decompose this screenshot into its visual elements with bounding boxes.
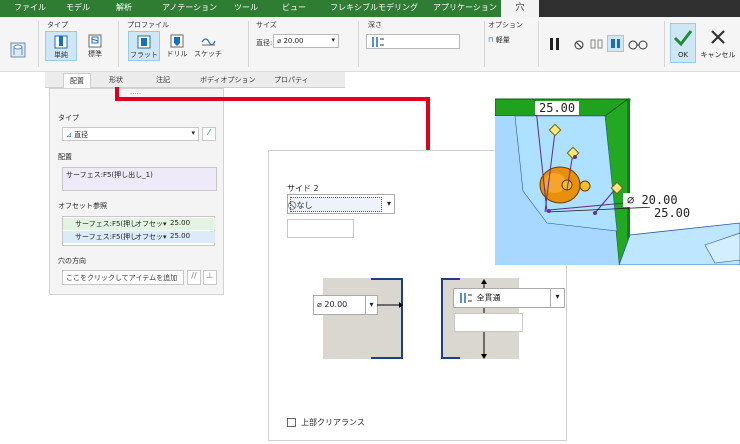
dimension-right[interactable]: 25.00: [650, 206, 695, 220]
arrow-right-icon: [377, 302, 403, 308]
chevron-down-icon[interactable]: ▾: [365, 296, 377, 314]
side-dropdown[interactable]: ⃠ なし ▾: [287, 194, 395, 214]
dimension-diameter[interactable]: ⌀ 20.00: [623, 193, 682, 207]
chevron-down-icon: ▾: [386, 199, 391, 208]
shape-depth-dropdown[interactable]: 全貫通 ▾: [453, 288, 565, 308]
chevron-down-icon[interactable]: ▾: [550, 289, 564, 307]
model-viewport[interactable]: 25.00 ⌀ 20.00 25.00: [494, 95, 740, 266]
side-value: なし: [296, 201, 313, 210]
dimension-top[interactable]: 25.00: [535, 101, 580, 115]
model-geometry: [494, 98, 740, 266]
side-depth-field[interactable]: [287, 219, 354, 238]
hole-edge-left: [371, 278, 403, 359]
top-clearance-checkbox[interactable]: [287, 418, 296, 427]
shape-depth-value: 全貫通: [476, 293, 501, 303]
shape-diameter-value: ⌀ 20.00: [317, 300, 348, 309]
shape-diameter-field[interactable]: ⌀ 20.00 ▾: [313, 295, 378, 315]
through-all-icon: [460, 293, 472, 303]
side-label: サイド 2: [287, 184, 319, 193]
top-clearance-label: 上部クリアランス: [301, 418, 365, 427]
shape-depth-field[interactable]: [454, 313, 523, 332]
